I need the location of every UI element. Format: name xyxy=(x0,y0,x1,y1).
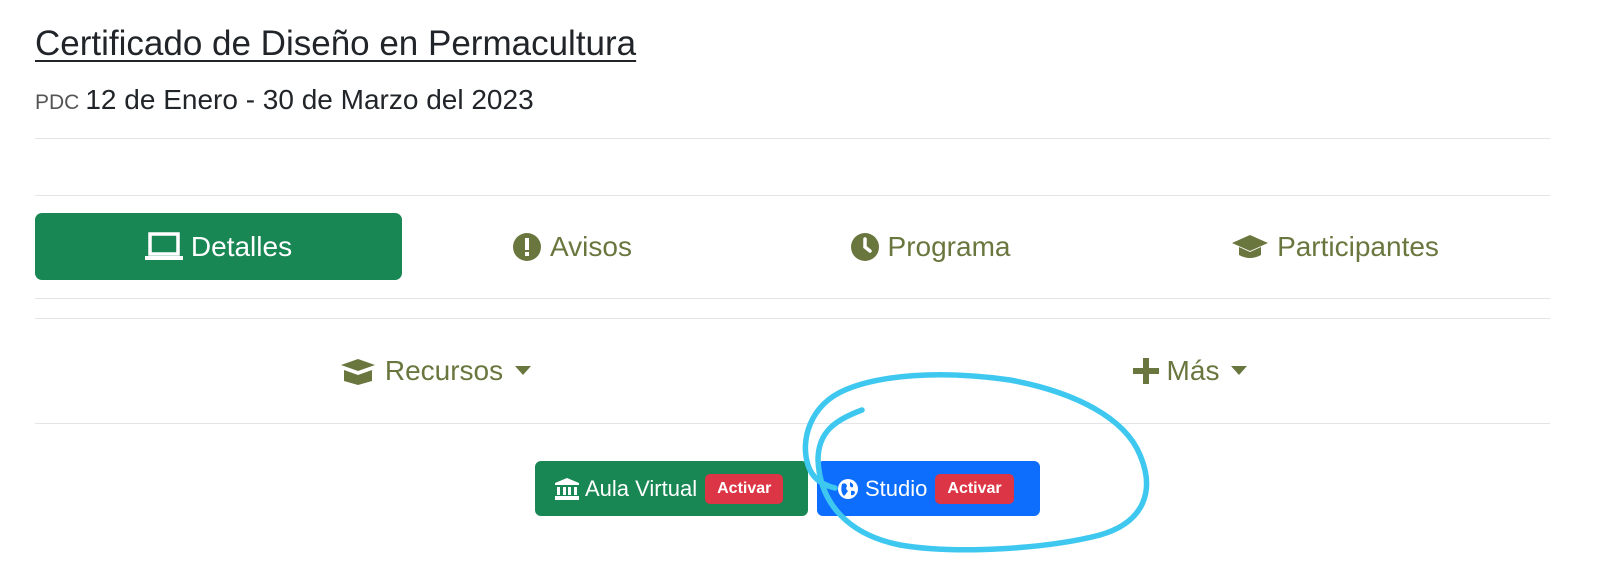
recursos-dropdown[interactable]: Recursos xyxy=(300,345,570,397)
aula-virtual-button[interactable]: Aula Virtual Activar xyxy=(535,461,808,516)
globe-icon xyxy=(838,478,858,499)
mas-dropdown[interactable]: Más xyxy=(1100,345,1280,397)
tab-label: Participantes xyxy=(1277,230,1439,262)
activar-badge[interactable]: Activar xyxy=(935,473,1014,504)
activar-badge[interactable]: Activar xyxy=(705,473,784,504)
chevron-down-icon xyxy=(1231,366,1248,375)
chevron-down-icon xyxy=(515,366,532,375)
divider xyxy=(35,298,1550,299)
tab-avisos[interactable]: Avisos xyxy=(452,213,692,280)
divider xyxy=(35,423,1550,424)
exclamation-circle-icon xyxy=(513,232,542,261)
divider xyxy=(35,195,1550,196)
university-icon xyxy=(555,477,579,500)
tab-label: Programa xyxy=(887,230,1011,262)
button-label: Studio xyxy=(865,475,928,501)
box-open-icon xyxy=(340,359,375,385)
menu-label: Recursos xyxy=(384,355,504,386)
tab-label: Avisos xyxy=(550,230,632,262)
divider xyxy=(35,318,1550,319)
tab-programa[interactable]: Programa xyxy=(800,213,1060,280)
laptop-icon xyxy=(144,231,183,260)
tab-label: Detalles xyxy=(190,230,293,262)
button-label: Aula Virtual xyxy=(585,475,698,501)
date-range: 12 de Enero - 30 de Marzo del 2023 xyxy=(85,84,534,115)
graduation-cap-icon xyxy=(1232,234,1269,258)
plus-icon xyxy=(1132,358,1159,384)
divider xyxy=(35,138,1550,139)
page-title: Certificado de Diseño en Permacultura xyxy=(35,24,637,63)
tab-detalles[interactable]: Detalles xyxy=(35,213,402,280)
studio-button[interactable]: Studio Activar xyxy=(817,461,1040,516)
menu-label: Más xyxy=(1166,355,1220,386)
course-abbr: PDC xyxy=(35,91,80,114)
course-dates: PDC 12 de Enero - 30 de Marzo del 2023 xyxy=(35,84,534,116)
tab-participantes[interactable]: Participantes xyxy=(1180,213,1490,280)
clock-icon xyxy=(850,232,879,261)
